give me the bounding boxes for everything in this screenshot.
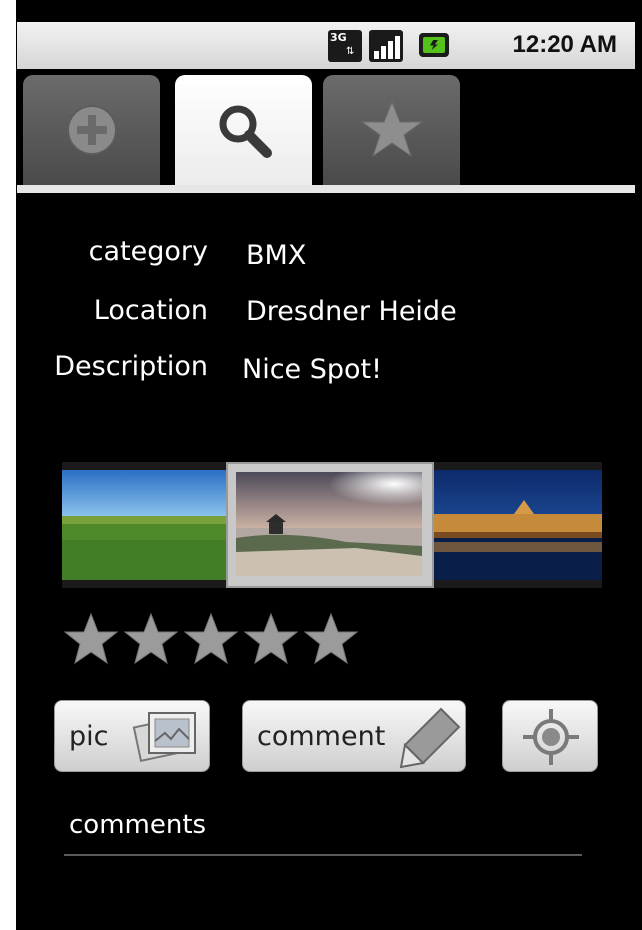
tab-favorites[interactable] — [323, 75, 460, 185]
meadow-photo[interactable] — [62, 470, 226, 580]
comment-button-label: comment — [257, 721, 386, 752]
gps-target-icon — [523, 709, 579, 765]
tab-search[interactable] — [175, 75, 312, 185]
category-label: category — [88, 236, 208, 267]
battery-charging-icon — [419, 33, 449, 57]
rating-star-1-icon[interactable] — [64, 612, 118, 666]
status-clock: 12:20 AM — [512, 31, 617, 58]
status-bar: 3G ⇅ 12:20 AM — [17, 22, 635, 69]
night-palace-photo[interactable] — [434, 470, 602, 580]
category-value: BMX — [246, 240, 307, 271]
rating-stars[interactable] — [64, 612, 364, 668]
tab-underline — [17, 185, 635, 193]
locate-button[interactable] — [502, 700, 598, 772]
location-value: Dresdner Heide — [246, 296, 457, 327]
signal-strength-icon — [369, 30, 403, 62]
tab-add[interactable] — [23, 75, 160, 185]
star-icon — [359, 100, 424, 158]
pic-button-label: pic — [69, 721, 109, 752]
picture-icon — [132, 712, 196, 762]
lake-sunset-photo[interactable] — [236, 472, 422, 576]
description-label: Description — [54, 351, 208, 382]
add-circle-icon — [66, 105, 117, 155]
location-label: Location — [93, 295, 208, 326]
rating-star-2-icon[interactable] — [124, 612, 178, 666]
rating-star-3-icon[interactable] — [184, 612, 238, 666]
pencil-icon — [399, 707, 461, 769]
network-type-label: 3G — [330, 31, 347, 44]
rating-star-4-icon[interactable] — [244, 612, 298, 666]
3g-data-icon: 3G ⇅ — [328, 30, 362, 62]
comment-button[interactable]: comment — [242, 700, 466, 772]
photo-gallery[interactable] — [62, 462, 602, 588]
pic-button[interactable]: pic — [54, 700, 210, 772]
description-value: Nice Spot! — [242, 354, 382, 385]
search-magnifier-icon — [219, 105, 272, 158]
rating-star-5-icon[interactable] — [304, 612, 358, 666]
comments-divider — [64, 854, 582, 856]
tab-bar — [17, 69, 635, 195]
comments-heading: comments — [69, 810, 207, 840]
